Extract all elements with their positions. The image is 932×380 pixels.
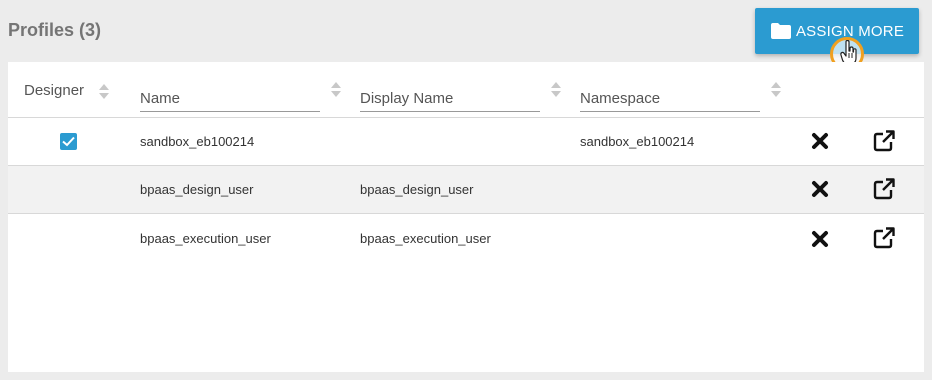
- namespace-filter-field[interactable]: Namespace: [580, 90, 760, 112]
- external-link-icon[interactable]: [872, 177, 896, 201]
- close-icon[interactable]: [811, 230, 829, 248]
- designer-checkbox[interactable]: [60, 133, 77, 150]
- table-row: sandbox_eb100214 sandbox_eb100214: [8, 118, 924, 166]
- profile-name: bpaas_design_user: [140, 182, 254, 197]
- table-row: bpaas_design_user bpaas_design_user: [8, 166, 924, 214]
- sort-name-icon[interactable]: [331, 82, 341, 98]
- name-filter-field[interactable]: Name: [140, 90, 320, 112]
- sort-designer-icon[interactable]: [99, 84, 109, 100]
- close-icon[interactable]: [811, 132, 829, 150]
- table-header: Designer Name Display Name Namespace: [8, 62, 924, 118]
- profile-display-name: bpaas_design_user: [360, 182, 474, 197]
- profile-name: sandbox_eb100214: [140, 134, 255, 149]
- close-icon[interactable]: [811, 180, 829, 198]
- external-link-icon[interactable]: [872, 129, 896, 153]
- table-row: bpaas_execution_user bpaas_execution_use…: [8, 214, 924, 264]
- sort-display-name-icon[interactable]: [551, 82, 561, 98]
- profiles-table: Designer Name Display Name Namespace san…: [8, 62, 924, 372]
- sort-namespace-icon[interactable]: [771, 82, 781, 98]
- external-link-icon[interactable]: [872, 226, 896, 250]
- folder-icon: [770, 23, 791, 39]
- profile-display-name: bpaas_execution_user: [360, 231, 491, 246]
- profiles-title: Profiles (3): [8, 20, 102, 40]
- profile-namespace: sandbox_eb100214: [580, 134, 695, 149]
- check-icon: [62, 136, 75, 147]
- designer-column-header[interactable]: Designer: [24, 82, 84, 99]
- profile-name: bpaas_execution_user: [140, 231, 271, 246]
- display-name-filter-field[interactable]: Display Name: [360, 90, 540, 112]
